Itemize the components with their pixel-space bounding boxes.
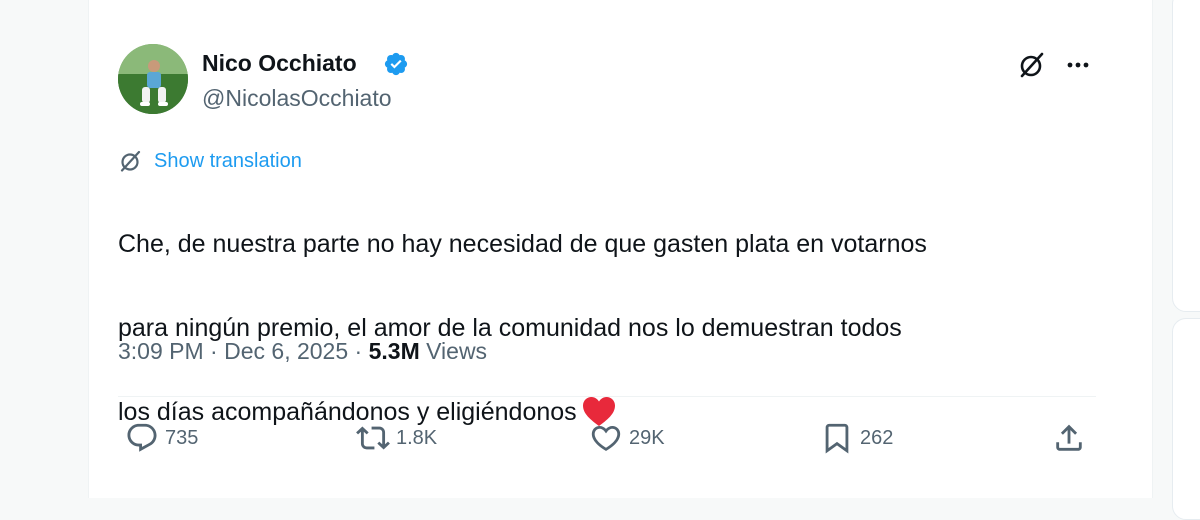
tweet-meta: 3:09 PM · Dec 6, 2025 · 5.3M Views xyxy=(118,336,487,366)
views-count[interactable]: 5.3M xyxy=(369,338,420,364)
meta-separator: · xyxy=(203,338,225,364)
verified-badge-icon[interactable] xyxy=(383,51,409,77)
bookmark-button[interactable]: 262 xyxy=(820,419,893,457)
divider xyxy=(118,396,1096,397)
reply-count: 735 xyxy=(165,426,199,449)
more-dots-icon[interactable] xyxy=(1062,49,1094,81)
tweet-date[interactable]: Dec 6, 2025 xyxy=(224,338,348,364)
like-count: 29K xyxy=(629,426,665,449)
side-panel-card-top xyxy=(1172,0,1200,312)
tweet-time[interactable]: 3:09 PM xyxy=(118,338,204,364)
show-translation-label: Show translation xyxy=(154,149,302,172)
reply-button[interactable]: 735 xyxy=(125,419,198,457)
bookmark-icon xyxy=(825,423,849,454)
author-handle[interactable]: @NicolasOcchiato xyxy=(202,83,392,113)
author-name[interactable]: Nico Occhiato xyxy=(202,48,357,78)
share-icon xyxy=(1056,424,1082,451)
grok-translate-icon xyxy=(120,150,141,172)
meta-separator: · xyxy=(348,338,369,364)
like-button[interactable]: 29K xyxy=(589,419,665,457)
repost-button[interactable]: 1.8K xyxy=(356,419,437,457)
avatar-photo xyxy=(118,44,188,114)
tweet-text-line-1: Che, de nuestra parte no hay necesidad d… xyxy=(118,230,927,258)
show-translation-link[interactable]: Show translation xyxy=(118,147,302,175)
share-button[interactable] xyxy=(1052,419,1092,457)
repost-icon xyxy=(356,426,390,450)
grok-icon[interactable] xyxy=(1016,49,1048,81)
avatar[interactable] xyxy=(118,44,188,114)
side-panel-card-bottom xyxy=(1172,318,1200,520)
reply-icon xyxy=(127,423,157,452)
views-label: Views xyxy=(419,338,488,364)
bookmark-count: 262 xyxy=(860,426,894,449)
repost-count: 1.8K xyxy=(396,426,438,449)
like-heart-icon xyxy=(591,425,621,451)
